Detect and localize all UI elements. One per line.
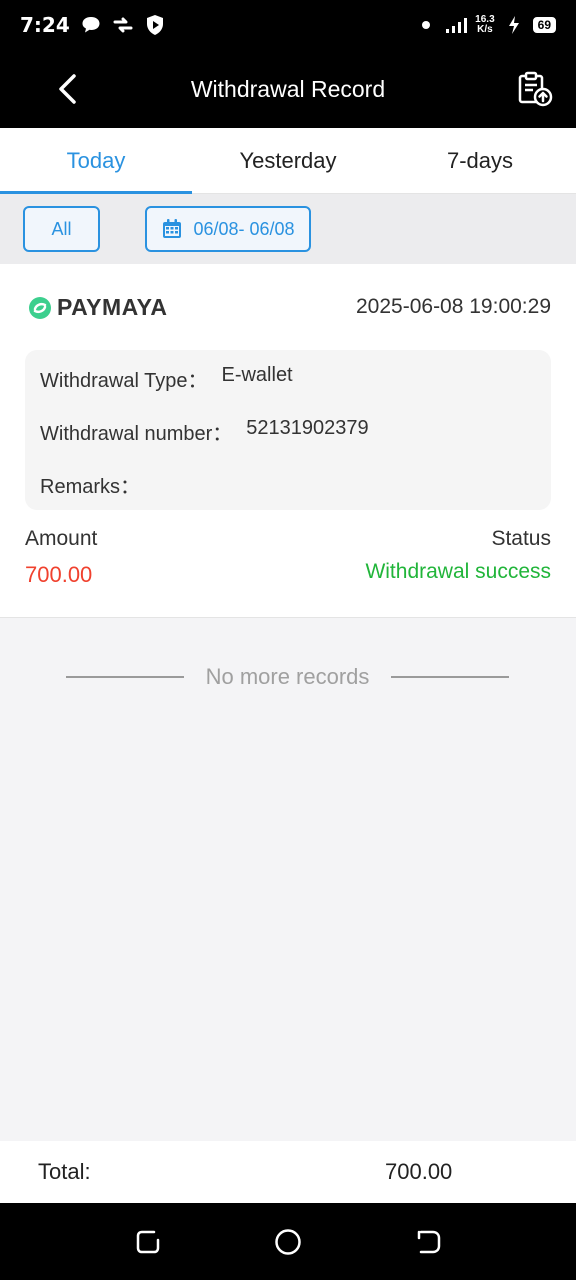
status-right-icons: 16.3 K/s 69 [415, 14, 556, 36]
divider-left [66, 676, 184, 678]
tab-7-days[interactable]: 7-days [384, 128, 576, 193]
back-nav-button[interactable] [414, 1227, 444, 1257]
total-value: 700.00 [385, 1159, 453, 1184]
total-bar: Total: 700.00 [0, 1141, 576, 1203]
home-circle-icon [275, 1229, 301, 1255]
amount-value: 700.00 [25, 562, 93, 587]
network-speed: 16.3 K/s [475, 15, 494, 35]
recents-button[interactable] [133, 1227, 163, 1257]
status-bar: 7:24 16.3 K/s 69 [0, 0, 576, 50]
status-value: Withdrawal success [365, 560, 551, 583]
status-left-icons [80, 14, 166, 36]
total-label: Total: [38, 1159, 91, 1184]
withdrawal-record-card[interactable]: PAYMAYA 2025-06-08 19:00:29 Withdrawal T… [0, 264, 576, 618]
clipboard-upload-icon [518, 71, 553, 107]
system-navigation-bar [0, 1203, 576, 1280]
status-label: Status [491, 527, 551, 550]
signal-icon [445, 14, 468, 36]
withdrawal-type-row: Withdrawal Type： E-wallet [40, 364, 536, 417]
filter-bar: All 06/08- 06/08 [0, 194, 576, 264]
calendar-icon [163, 219, 182, 238]
vpn-icon [112, 14, 134, 36]
provider-logo: PAYMAYA [28, 294, 167, 321]
amount-label: Amount [25, 527, 98, 550]
shield-play-icon [144, 14, 166, 36]
date-tabs: Today Yesterday 7-days [0, 128, 576, 194]
date-range-label: 06/08- 06/08 [193, 218, 295, 239]
back-nav-icon [417, 1230, 441, 1254]
speed-unit: K/s [477, 24, 493, 35]
app-header: Withdrawal Record [0, 50, 576, 128]
chevron-left-icon [59, 74, 76, 104]
withdrawal-type-value: E-wallet [221, 364, 293, 386]
remarks-row: Remarks： [40, 470, 536, 523]
recents-icon [136, 1230, 160, 1254]
back-button[interactable] [50, 72, 84, 106]
home-button[interactable] [273, 1227, 303, 1257]
provider-name: PAYMAYA [57, 294, 168, 320]
charging-icon [503, 14, 525, 36]
withdrawal-type-label: Withdrawal Type： [40, 370, 208, 392]
remarks-label: Remarks： [40, 476, 141, 498]
date-range-button[interactable]: 06/08- 06/08 [145, 206, 311, 252]
status-time: 7:24 [20, 13, 70, 37]
paymaya-logo-icon [29, 296, 51, 319]
record-datetime: 2025-06-08 19:00:29 [356, 295, 551, 318]
withdrawal-number-label: Withdrawal number： [40, 423, 233, 445]
no-more-records-text: No more records [205, 664, 370, 689]
export-records-button[interactable] [516, 70, 554, 108]
chat-bubble-icon [80, 14, 102, 36]
tab-yesterday[interactable]: Yesterday [192, 128, 384, 193]
list-end-indicator: No more records [66, 660, 509, 694]
record-details: Withdrawal Type： E-wallet Withdrawal num… [25, 350, 551, 510]
withdrawal-number-row: Withdrawal number： 52131902379 [40, 417, 536, 470]
filter-all-button[interactable]: All [23, 206, 100, 252]
tab-today[interactable]: Today [0, 128, 192, 194]
battery-icon: 69 [532, 17, 556, 33]
withdrawal-number-value: 52131902379 [246, 417, 369, 439]
divider-right [391, 676, 509, 678]
dot-icon [415, 14, 437, 36]
page-title: Withdrawal Record [190, 75, 386, 102]
